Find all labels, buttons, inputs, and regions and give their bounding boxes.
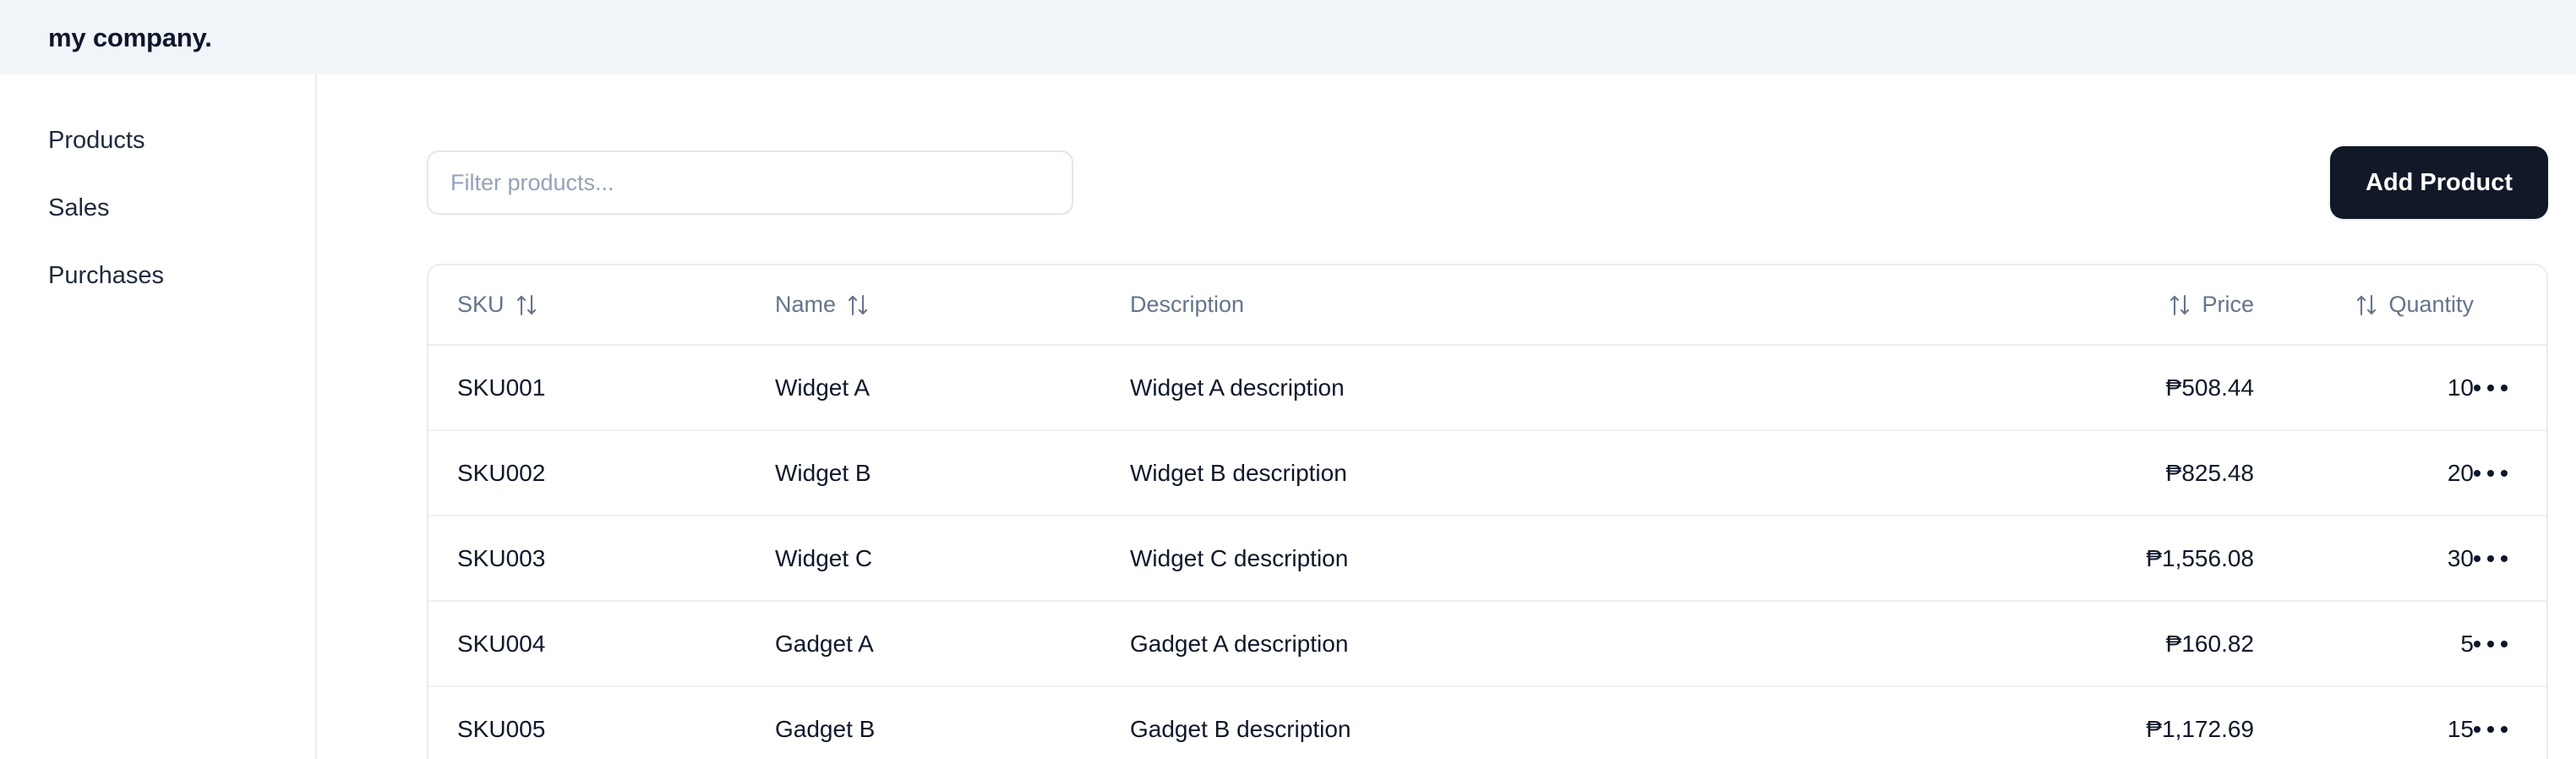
sidebar-item-label: Products: [48, 126, 145, 154]
products-toolbar: Add Product: [427, 146, 2548, 219]
add-product-button[interactable]: Add Product: [2330, 146, 2548, 219]
main-content: Add Product SKU: [317, 74, 2576, 759]
column-header-actions: [2474, 265, 2546, 346]
cell-name: Widget A: [775, 345, 1130, 431]
sidebar-item-sales[interactable]: Sales: [0, 174, 315, 242]
column-label-name: Name: [775, 292, 837, 317]
cell-name: Widget B: [775, 430, 1130, 516]
sidebar-item-label: Purchases: [48, 261, 165, 289]
ellipsis-icon[interactable]: [2474, 554, 2546, 562]
cell-name: Gadget A: [775, 601, 1130, 687]
table-row[interactable]: SKU004 Gadget A Gadget A description ₱16…: [428, 601, 2546, 687]
column-label-description: Description: [1130, 292, 1245, 317]
cell-description: Widget A description: [1130, 345, 1924, 431]
sidebar-item-label: Sales: [48, 194, 110, 221]
column-label-sku: SKU: [457, 292, 505, 317]
filter-products-input[interactable]: [427, 150, 1073, 215]
cell-actions: [2474, 516, 2546, 602]
ellipsis-icon[interactable]: [2474, 640, 2546, 647]
column-header-quantity[interactable]: Quantity: [2254, 265, 2474, 346]
app-root: my company. Products Sales Purchases Add…: [0, 0, 2576, 759]
cell-actions: [2474, 345, 2546, 431]
ellipsis-icon[interactable]: [2474, 384, 2546, 391]
table-header-row: SKU Name Description Price Quantity: [428, 265, 2546, 346]
sort-updown-icon: [2355, 292, 2377, 318]
column-header-name[interactable]: Name: [775, 265, 1130, 346]
cell-quantity: 15: [2447, 716, 2474, 742]
cell-description: Gadget A description: [1130, 601, 1924, 687]
cell-quantity: 20: [2254, 430, 2474, 516]
ellipsis-icon[interactable]: [2474, 469, 2546, 477]
cell-name: Gadget B: [775, 716, 876, 742]
column-header-price[interactable]: Price: [1924, 265, 2254, 346]
brand-title: my company.: [48, 22, 212, 52]
table-row[interactable]: SKU002 Widget B Widget B description ₱82…: [428, 430, 2546, 516]
column-header-sku[interactable]: SKU: [428, 265, 775, 346]
column-header-description: Description: [1130, 265, 1924, 346]
cell-sku: SKU003: [428, 516, 775, 602]
column-label-price: Price: [2202, 292, 2254, 317]
sort-updown-icon: [847, 292, 869, 318]
cell-price: ₱1,556.08: [1924, 516, 2254, 602]
cell-quantity: 30: [2254, 516, 2474, 602]
sidebar: Products Sales Purchases: [0, 74, 317, 759]
cell-sku: SKU001: [428, 345, 775, 431]
app-header: my company.: [0, 0, 2576, 74]
cell-description: Gadget B description: [1130, 716, 1351, 742]
table-head: SKU Name Description Price Quantity: [428, 265, 2546, 346]
cell-price: ₱508.44: [1924, 345, 2254, 431]
cell-actions: [2474, 601, 2546, 687]
cell-description: Widget C description: [1130, 516, 1924, 602]
table-row[interactable]: SKU003 Widget C Widget C description ₱1,…: [428, 516, 2546, 602]
cell-actions: [2474, 430, 2546, 516]
column-label-quantity: Quantity: [2388, 292, 2474, 317]
cell-sku: SKU002: [428, 430, 775, 516]
products-table: SKU Name Description Price Quantity SKU0…: [428, 265, 2546, 759]
sort-updown-icon: [516, 292, 538, 318]
table-row[interactable]: SKU005 Gadget B Gadget B description ₱1,…: [428, 686, 2546, 759]
table-body: SKU001 Widget A Widget A description ₱50…: [428, 345, 2546, 759]
sort-updown-icon: [2169, 292, 2191, 318]
cell-price: ₱825.48: [1924, 430, 2254, 516]
cell-price: ₱160.82: [1924, 601, 2254, 687]
table-row[interactable]: SKU001 Widget A Widget A description ₱50…: [428, 345, 2546, 431]
cell-sku: SKU004: [428, 601, 775, 687]
cell-price: ₱1,172.69: [2146, 716, 2254, 742]
ellipsis-icon[interactable]: [2474, 726, 2546, 733]
cell-quantity: 5: [2254, 601, 2474, 687]
products-table-card: SKU Name Description Price Quantity SKU0…: [427, 264, 2548, 759]
cell-name: Widget C: [775, 516, 1130, 602]
cell-quantity: 10: [2254, 345, 2474, 431]
sidebar-item-purchases[interactable]: Purchases: [0, 242, 315, 309]
sidebar-item-products[interactable]: Products: [0, 106, 315, 174]
cell-actions: [2474, 686, 2546, 759]
cell-description: Widget B description: [1130, 430, 1924, 516]
cell-sku: SKU005: [457, 716, 546, 742]
